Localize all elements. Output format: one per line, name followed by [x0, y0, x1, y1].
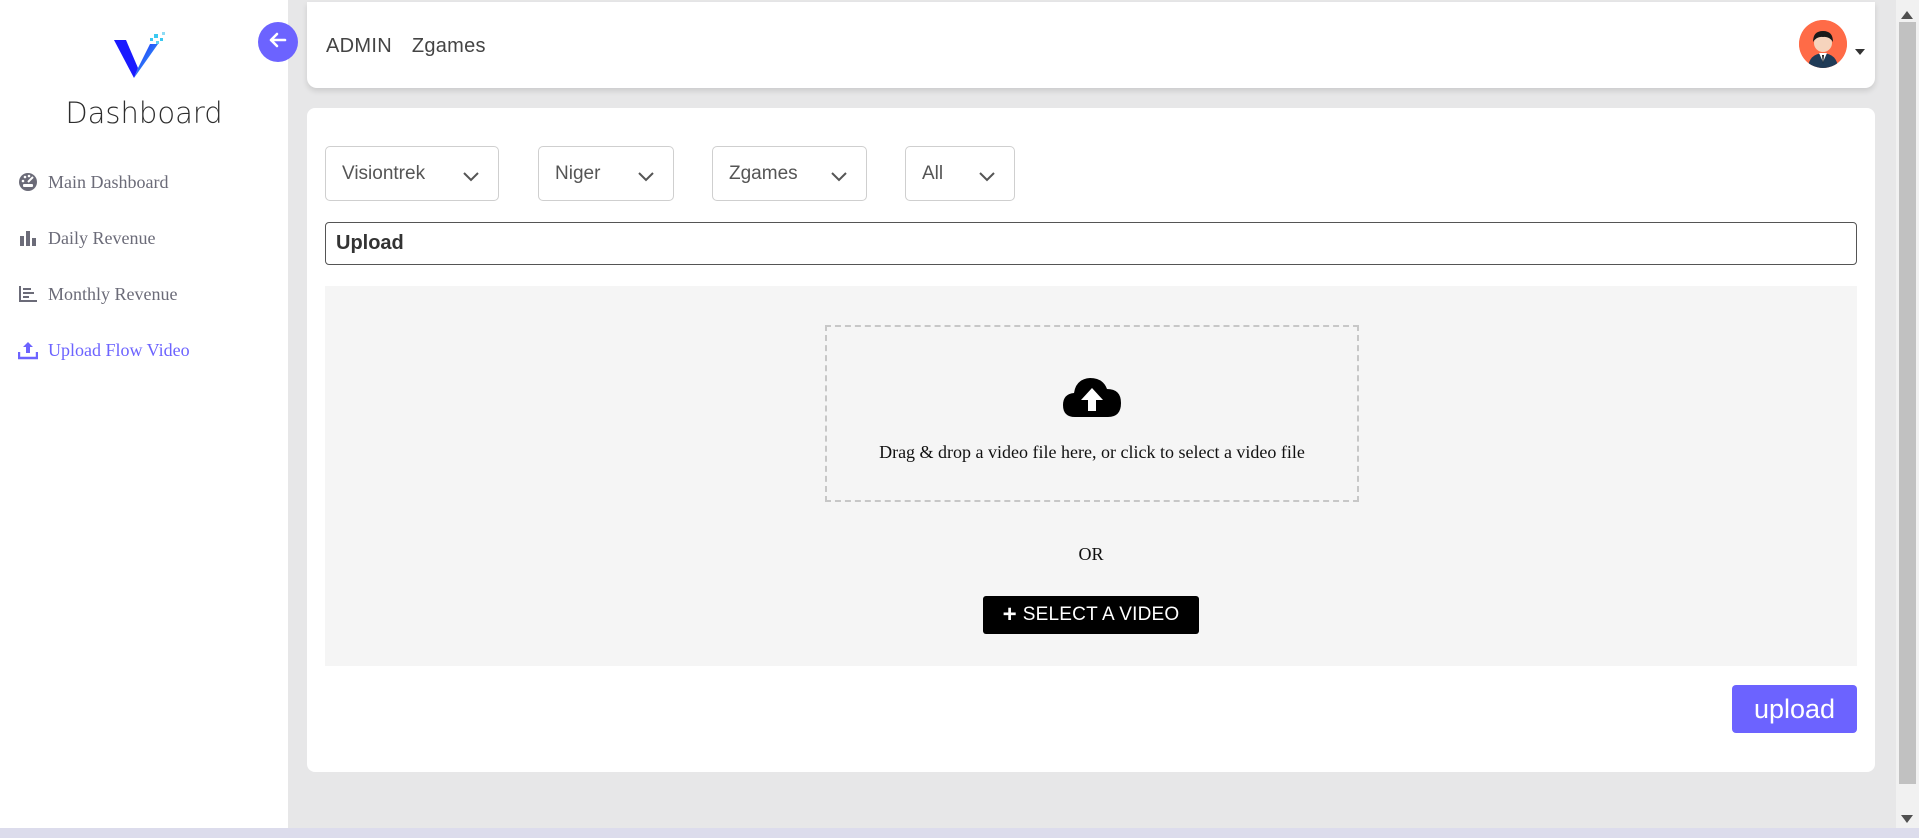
plus-icon: +	[1002, 601, 1017, 628]
sidebar-item-monthly-revenue[interactable]: Monthly Revenue	[0, 266, 288, 322]
brand-logo	[110, 30, 170, 82]
scroll-down-arrow-icon[interactable]	[1901, 810, 1913, 828]
operator-select-value: Visiontrek	[342, 162, 426, 184]
chevron-down-icon	[637, 167, 655, 189]
avatar[interactable]	[1799, 20, 1847, 68]
chevron-down-icon	[978, 167, 996, 189]
sidebar-collapse-button[interactable]	[258, 22, 298, 62]
chevron-down-icon	[830, 167, 848, 189]
video-dropzone[interactable]: Drag & drop a video file here, or click …	[825, 325, 1359, 502]
service-select-value: Zgames	[729, 162, 798, 184]
service-select[interactable]: Zgames	[712, 146, 867, 201]
country-select[interactable]: Niger	[538, 146, 674, 201]
header-company: Zgames	[411, 35, 486, 57]
chevron-down-icon	[462, 167, 480, 189]
upload-icon	[18, 340, 38, 360]
dropzone-text: Drag & drop a video file here, or click …	[879, 442, 1305, 462]
or-divider: OR	[1078, 544, 1104, 564]
upload-card: Visiontrek Niger Zgames All Upload Drag …	[307, 108, 1875, 772]
upload-section-title: Upload	[325, 222, 1857, 265]
breadcrumb: ADMIN Zgames	[326, 35, 486, 58]
arrow-left-icon	[269, 32, 287, 53]
sidebar-item-upload-flow-video[interactable]: Upload Flow Video	[0, 322, 288, 378]
sidebar-item-label: Upload Flow Video	[48, 339, 190, 360]
caret-down-icon[interactable]	[1855, 42, 1865, 60]
upload-submit-button[interactable]: upload	[1732, 685, 1857, 733]
header-role: ADMIN	[326, 35, 392, 57]
header-bar: ADMIN Zgames	[307, 2, 1875, 88]
operator-select[interactable]: Visiontrek	[325, 146, 499, 201]
page-scrollbar[interactable]	[1896, 0, 1919, 828]
select-video-button[interactable]: + SELECT A VIDEO	[983, 596, 1199, 634]
type-select-value: All	[922, 162, 944, 184]
type-select[interactable]: All	[905, 146, 1015, 201]
line-chart-icon	[18, 284, 38, 304]
sidebar-nav: Main Dashboard Daily Revenue Monthly Rev…	[0, 154, 288, 378]
sidebar-item-label: Daily Revenue	[48, 227, 156, 248]
dashboard-gauge-icon	[18, 172, 38, 192]
scrollbar-thumb[interactable]	[1899, 22, 1916, 784]
upload-area: Drag & drop a video file here, or click …	[325, 286, 1857, 666]
bottom-strip	[0, 828, 1919, 838]
select-video-label: SELECT A VIDEO	[1022, 604, 1180, 625]
brand-title: Dashboard	[65, 96, 223, 130]
cloud-upload-icon	[827, 373, 1357, 422]
sidebar-item-label: Monthly Revenue	[48, 283, 178, 304]
sidebar-item-daily-revenue[interactable]: Daily Revenue	[0, 210, 288, 266]
sidebar-item-main-dashboard[interactable]: Main Dashboard	[0, 154, 288, 210]
bar-chart-icon	[18, 228, 38, 248]
sidebar-item-label: Main Dashboard	[48, 171, 169, 192]
sidebar: Dashboard Main Dashboard Daily Revenue M…	[0, 0, 288, 828]
country-select-value: Niger	[555, 162, 601, 184]
